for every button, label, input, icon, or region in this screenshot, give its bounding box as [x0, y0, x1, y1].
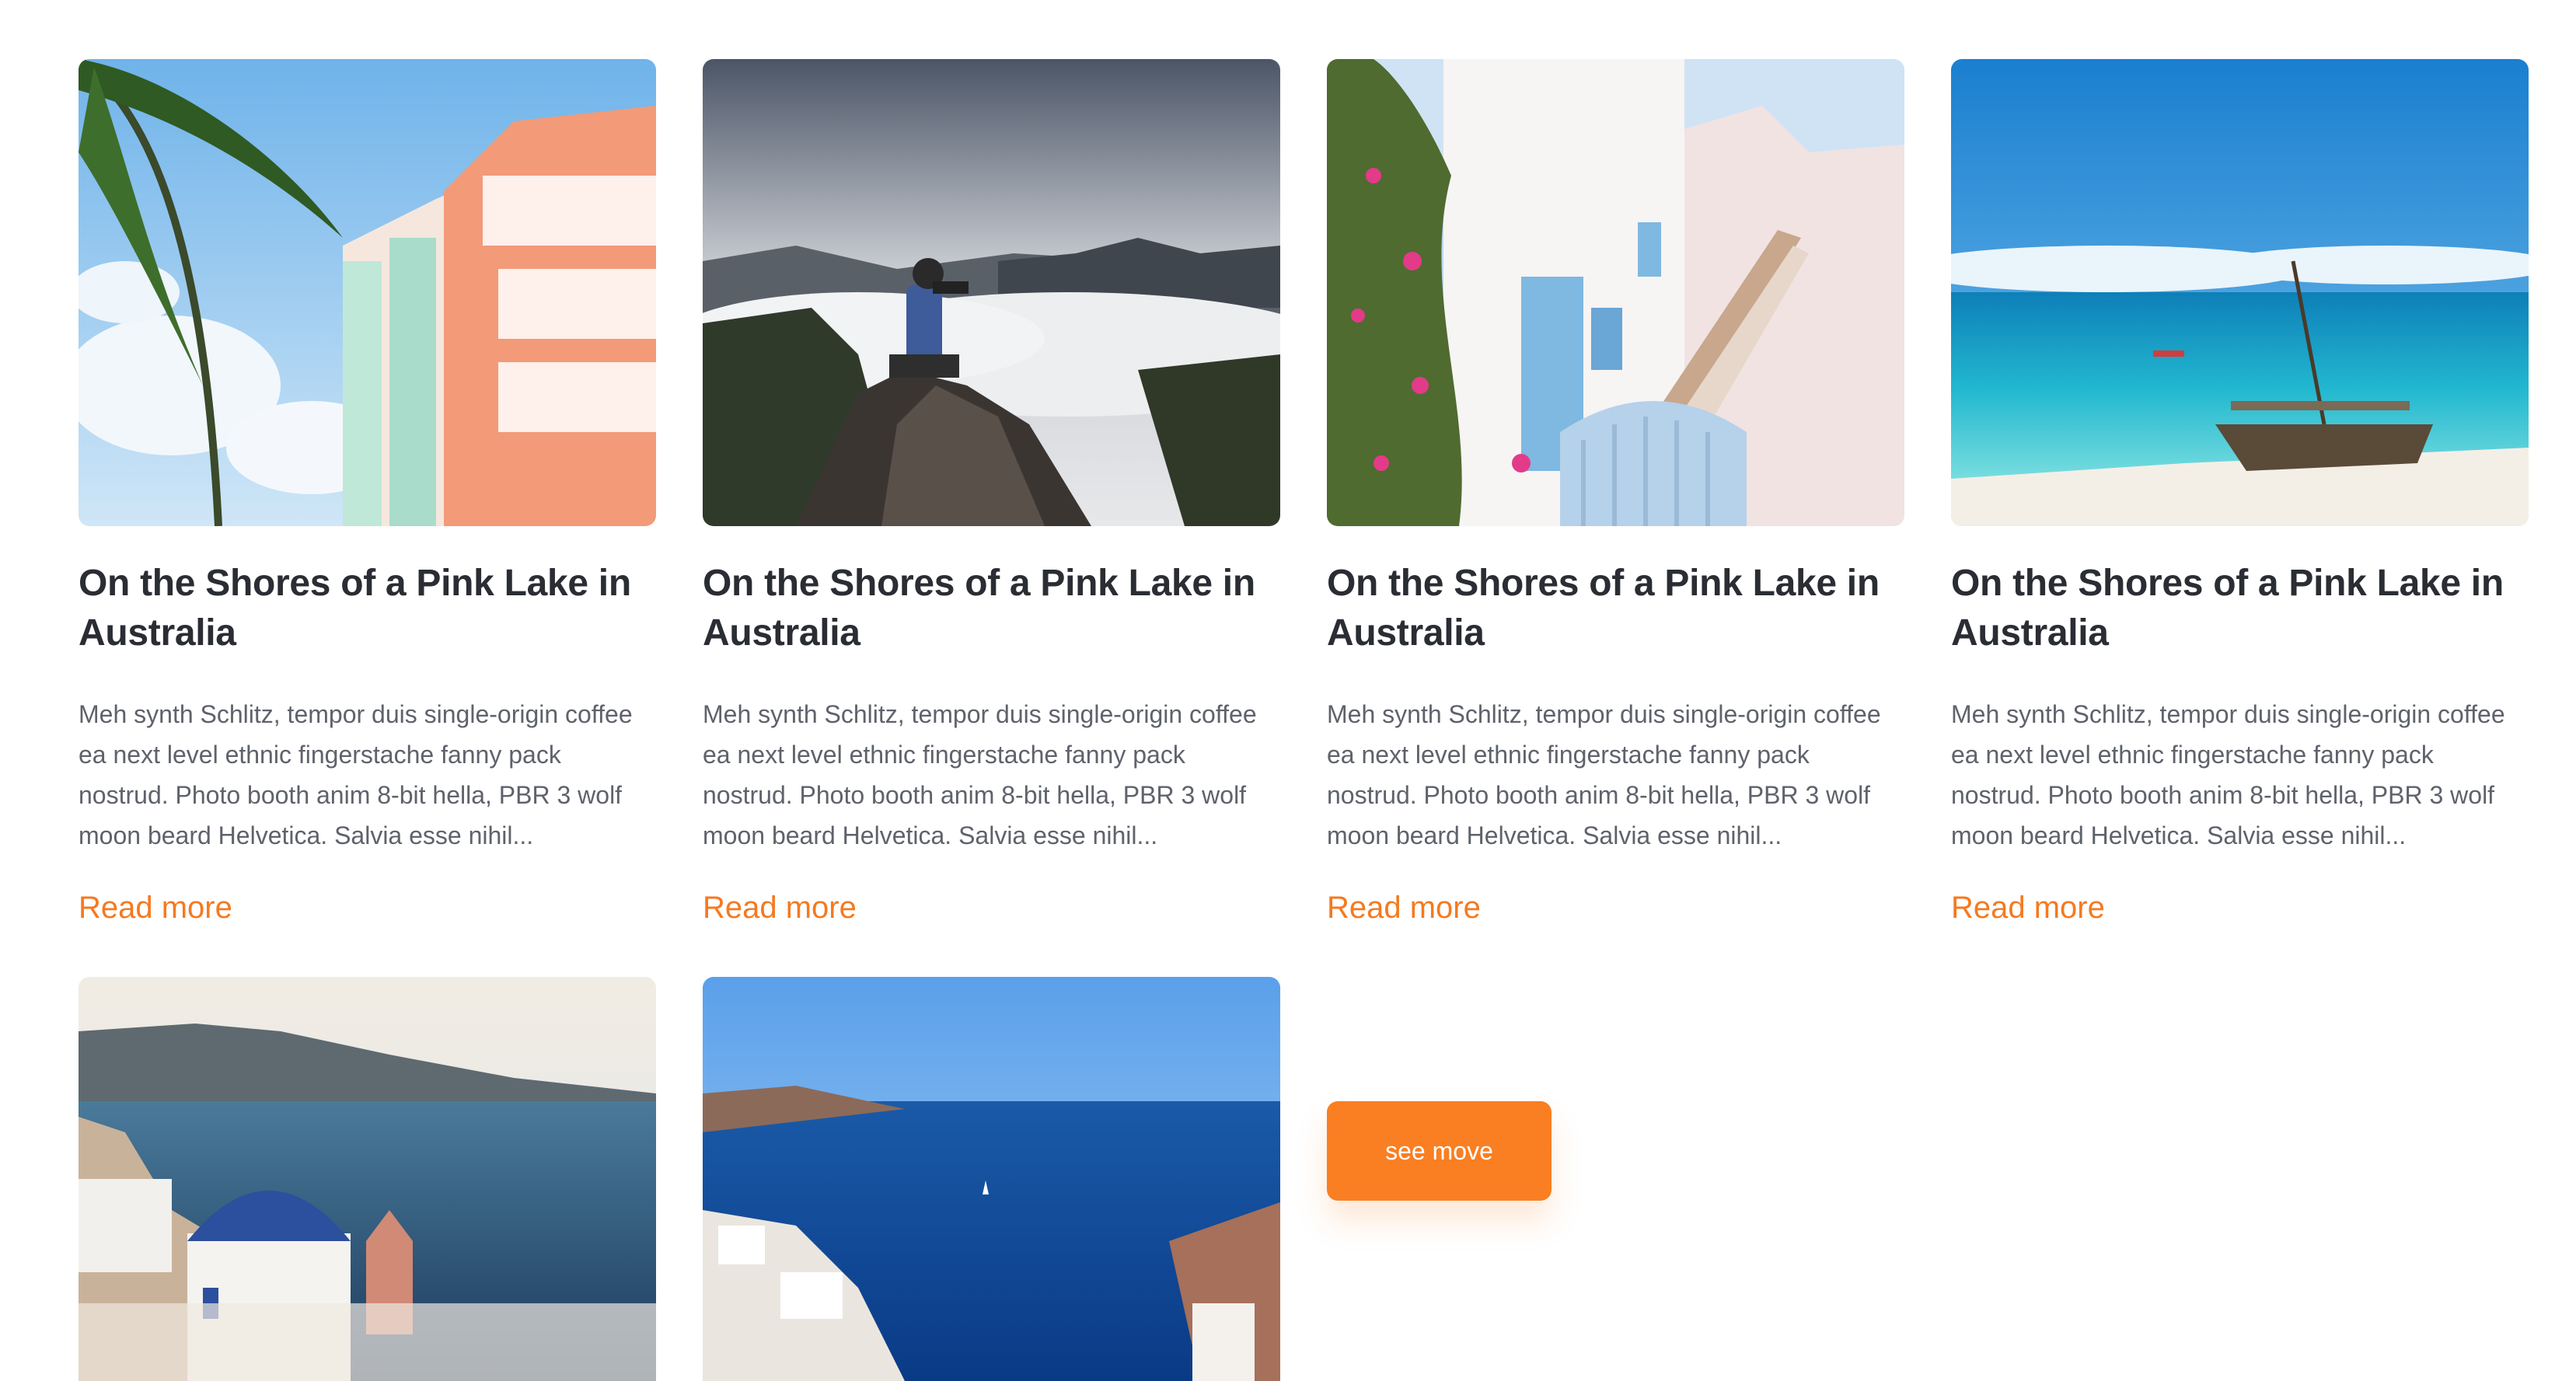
post-card [79, 977, 656, 1381]
post-title[interactable]: On the Shores of a Pink Lake in Australi… [1327, 559, 1904, 658]
read-more-link[interactable]: Read more [1327, 888, 1481, 927]
post-image-greek-house[interactable] [1327, 59, 1904, 526]
read-more-link[interactable]: Read more [703, 888, 857, 927]
see-more-button[interactable]: see move [1327, 1101, 1552, 1201]
post-image-pastel-building[interactable] [79, 59, 656, 526]
post-excerpt: Meh synth Schlitz, tempor duis single-or… [1951, 700, 2505, 849]
post-image-santorini-caldera[interactable] [703, 977, 1280, 1381]
post-grid-row-2: see move [79, 977, 2529, 1381]
post-card: On the Shores of a Pink Lake in Australi… [1951, 59, 2529, 927]
post-image-santorini-dome[interactable] [79, 977, 656, 1381]
post-image-beach-boat[interactable] [1951, 59, 2529, 526]
post-grid: On the Shores of a Pink Lake in Australi… [79, 59, 2529, 927]
post-card: On the Shores of a Pink Lake in Australi… [79, 59, 656, 927]
post-excerpt: Meh synth Schlitz, tempor duis single-or… [79, 700, 633, 849]
post-excerpt: Meh synth Schlitz, tempor duis single-or… [703, 700, 1257, 849]
post-card [703, 977, 1280, 1381]
post-title[interactable]: On the Shores of a Pink Lake in Australi… [1951, 559, 2529, 658]
post-card: On the Shores of a Pink Lake in Australi… [703, 59, 1280, 927]
read-more-link[interactable]: Read more [1951, 888, 2105, 927]
post-card: On the Shores of a Pink Lake in Australi… [1327, 59, 1904, 927]
blog-page: On the Shores of a Pink Lake in Australi… [0, 0, 2576, 1381]
post-excerpt: Meh synth Schlitz, tempor duis single-or… [1327, 700, 1881, 849]
see-more-cell: see move [1327, 977, 1904, 1381]
read-more-link[interactable]: Read more [79, 888, 232, 927]
post-title[interactable]: On the Shores of a Pink Lake in Australi… [79, 559, 656, 658]
post-image-photographer-cliff[interactable] [703, 59, 1280, 526]
post-title[interactable]: On the Shores of a Pink Lake in Australi… [703, 559, 1280, 658]
